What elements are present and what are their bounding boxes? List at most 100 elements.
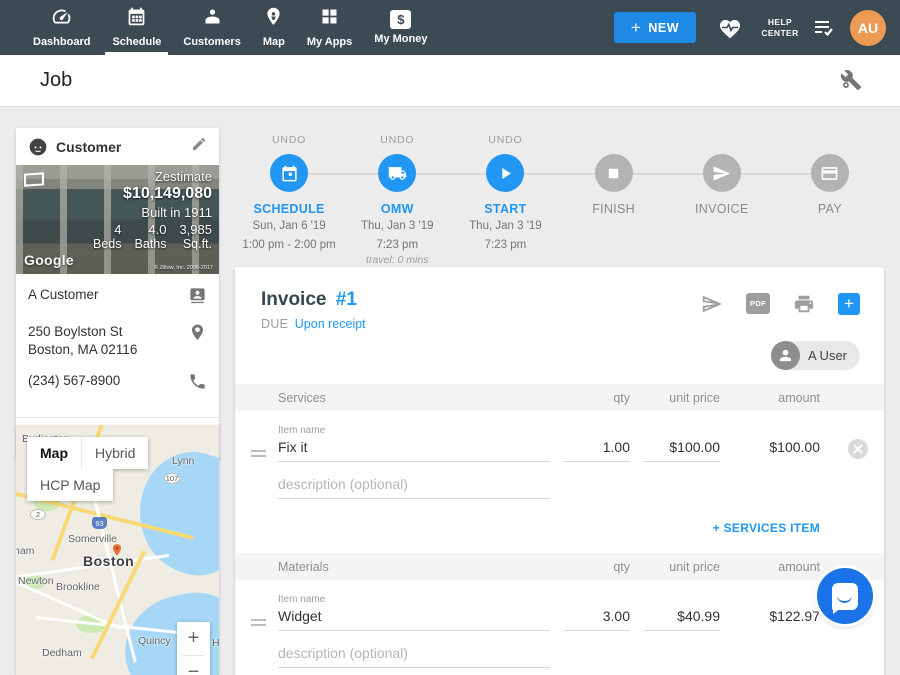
qty-column-header: qty xyxy=(550,391,630,405)
service-unit-price-input[interactable]: $100.00 xyxy=(644,439,720,462)
chat-icon xyxy=(832,583,858,610)
print-icon[interactable] xyxy=(793,293,815,320)
user-avatar[interactable]: AU xyxy=(850,10,886,46)
nav-item-label: My Apps xyxy=(307,36,352,48)
nav-item-schedule[interactable]: Schedule xyxy=(101,0,172,55)
nav-item-my-apps[interactable]: My Apps xyxy=(296,0,363,55)
customer-card-header: Customer xyxy=(16,128,219,165)
job-tools-icon[interactable] xyxy=(840,69,864,93)
material-qty-input[interactable]: 3.00 xyxy=(564,608,630,631)
material-item-name-input[interactable]: Widget xyxy=(278,608,550,631)
materials-section-header: Materials qty unit price amount xyxy=(235,553,884,580)
zoom-out-button[interactable]: − xyxy=(177,656,210,675)
qty-column-header: qty xyxy=(550,560,630,574)
zoom-in-button[interactable]: + xyxy=(177,622,210,655)
location-pin-icon[interactable] xyxy=(188,323,207,347)
timeline-step-invoice: INVOICE xyxy=(668,128,776,266)
timeline-step-schedule: UNDO SCHEDULE Sun, Jan 6 '19 1:00 pm - 2… xyxy=(235,128,343,266)
i93-shield: 93 xyxy=(92,517,107,529)
nav-item-label: Schedule xyxy=(112,36,161,48)
property-stats: 4Beds 4.0Baths 3,985Sq.ft. xyxy=(93,222,212,251)
money-icon: $ xyxy=(390,10,411,29)
timeline-step-omw: UNDO OMW Thu, Jan 3 '19 7:23 pm travel: … xyxy=(343,128,451,266)
app-screen: Dashboard Schedule Customers Map My Apps… xyxy=(0,0,900,675)
nav-item-dashboard[interactable]: Dashboard xyxy=(22,0,101,55)
start-step-button[interactable] xyxy=(486,154,524,192)
nav-item-label: Map xyxy=(263,36,285,48)
chat-bubble-button[interactable] xyxy=(817,568,873,624)
map-type-map-button[interactable]: Map xyxy=(27,437,81,469)
zillow-copyright: © Zillow, Inc. 2006-2017 xyxy=(154,265,213,271)
schedule-step-button[interactable] xyxy=(270,154,308,192)
invoice-step-button[interactable] xyxy=(703,154,741,192)
customer-card-title: Customer xyxy=(56,139,121,155)
nav-item-map[interactable]: Map xyxy=(252,0,296,55)
service-amount: $100.00 xyxy=(720,439,820,462)
unit-price-column-header: unit price xyxy=(630,560,720,574)
edit-customer-icon[interactable] xyxy=(191,136,207,157)
google-watermark: Google xyxy=(24,252,74,268)
map-type-hybrid-button[interactable]: Hybrid xyxy=(81,437,148,469)
nav-item-my-money[interactable]: $ My Money xyxy=(363,0,438,55)
material-unit-price-input[interactable]: $40.99 xyxy=(644,608,720,631)
assignee-chip[interactable]: A User xyxy=(771,341,860,370)
undo-schedule-link[interactable]: UNDO xyxy=(272,134,306,148)
play-icon xyxy=(496,164,515,183)
map-type-controls: Map Hybrid HCP Map xyxy=(27,437,148,501)
nav-item-label: My Money xyxy=(374,33,427,45)
timeline-step-pay: PAY xyxy=(776,128,884,266)
map-label-dedham: Dedham xyxy=(42,647,82,659)
nav-item-customers[interactable]: Customers xyxy=(172,0,251,55)
timeline-step-finish: FINISH xyxy=(560,128,668,266)
truck-icon xyxy=(388,164,407,183)
assignee-name: A User xyxy=(808,348,847,363)
help-center-link[interactable]: HELP CENTER xyxy=(756,17,804,38)
undo-start-link[interactable]: UNDO xyxy=(488,134,522,148)
services-section-header: Services qty unit price amount xyxy=(235,384,884,411)
credit-card-icon xyxy=(820,164,839,183)
zestimate-overlay: Zestimate $10,149,080 Built in 1911 4Bed… xyxy=(93,169,212,251)
map-label-newton: Newton xyxy=(18,575,54,587)
due-terms-link[interactable]: Upon receipt xyxy=(295,317,366,331)
hcp-map-button[interactable]: HCP Map xyxy=(27,469,113,501)
delete-service-item-button[interactable] xyxy=(848,439,868,459)
add-invoice-icon[interactable]: + xyxy=(838,293,860,315)
map-label-boston: Boston xyxy=(83,553,134,569)
pay-step-button[interactable] xyxy=(811,154,849,192)
customers-icon xyxy=(202,6,223,32)
service-qty-input[interactable]: 1.00 xyxy=(564,439,630,462)
service-description-input[interactable]: description (optional) xyxy=(278,476,550,499)
zestimate-value: $10,149,080 xyxy=(93,185,212,203)
service-item-name-input[interactable]: Fix it xyxy=(278,439,550,462)
undo-omw-link[interactable]: UNDO xyxy=(380,134,414,148)
customer-info: A Customer 250 Boylston StBoston, MA 021… xyxy=(16,274,219,415)
invoice-actions: PDF + xyxy=(701,289,860,331)
omw-step-button[interactable] xyxy=(378,154,416,192)
new-button[interactable]: + NEW xyxy=(614,12,696,43)
apps-grid-icon xyxy=(319,6,340,32)
map-label-hingham: Hi xyxy=(212,637,219,649)
calendar-icon xyxy=(280,164,299,183)
invoice-card: Invoice #1 DUE Upon receipt PDF + xyxy=(235,267,884,675)
step-label: FINISH xyxy=(592,202,635,216)
property-photo[interactable]: Zestimate $10,149,080 Built in 1911 4Bed… xyxy=(16,165,219,274)
drag-handle[interactable] xyxy=(251,447,266,460)
invoice-number[interactable]: #1 xyxy=(336,289,357,310)
contact-card-icon[interactable] xyxy=(188,286,207,310)
customer-face-icon xyxy=(28,137,48,157)
health-pulse-icon[interactable] xyxy=(718,17,742,39)
add-services-item-link[interactable]: + SERVICES ITEM xyxy=(713,521,820,535)
due-label: DUE xyxy=(261,317,288,331)
send-invoice-icon[interactable] xyxy=(701,293,723,320)
send-icon xyxy=(712,164,731,183)
task-list-icon[interactable] xyxy=(812,18,836,38)
map-label-brookline: Brookline xyxy=(56,581,100,593)
drag-handle[interactable] xyxy=(251,616,266,629)
finish-step-button[interactable] xyxy=(595,154,633,192)
nav-left: Dashboard Schedule Customers Map My Apps… xyxy=(0,0,438,55)
pdf-icon[interactable]: PDF xyxy=(746,293,770,314)
service-line-item: Item name Fix it 1.00 $100.00 $100.00 de… xyxy=(235,411,884,499)
phone-icon[interactable] xyxy=(188,372,207,396)
material-description-input[interactable]: description (optional) xyxy=(278,645,550,668)
baths-label: Baths xyxy=(134,237,166,251)
